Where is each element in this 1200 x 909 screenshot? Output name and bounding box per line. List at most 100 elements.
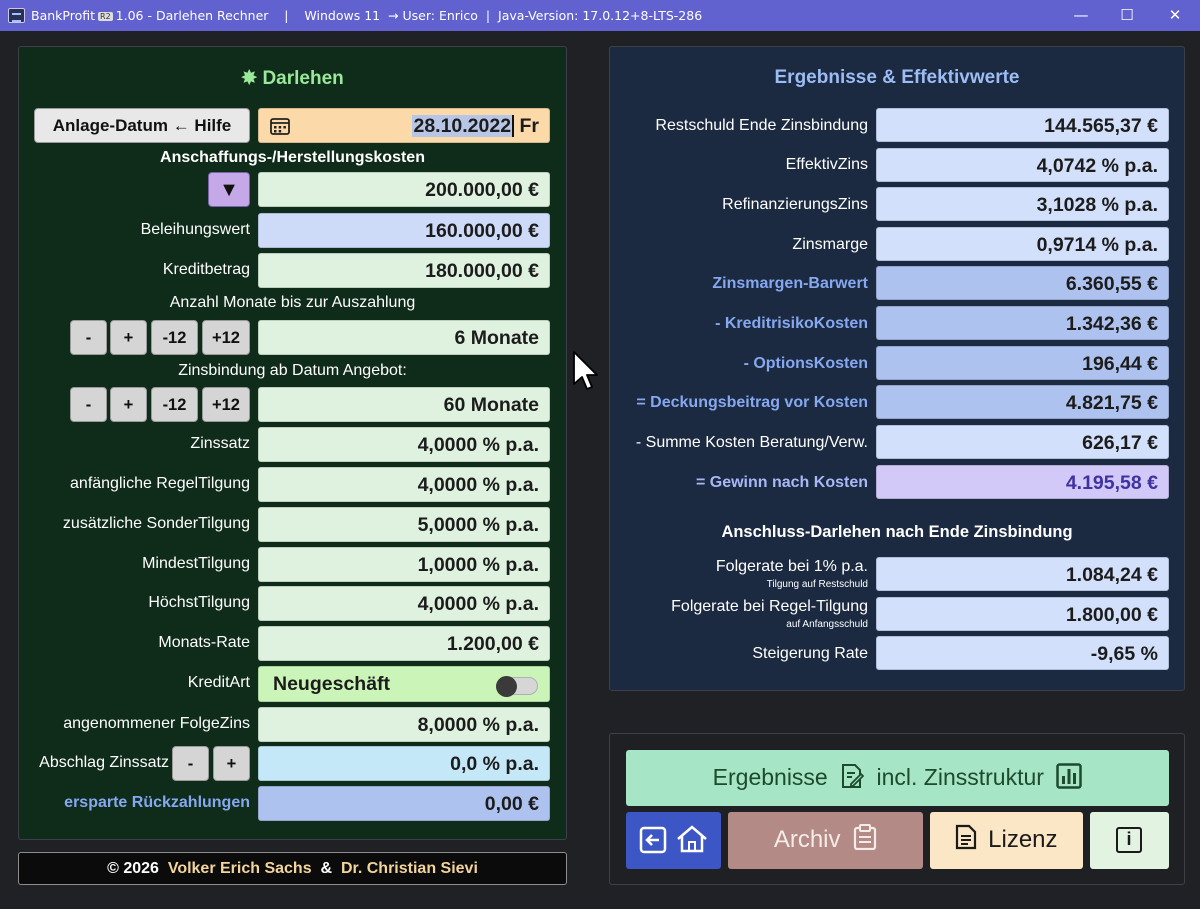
monate-minus-button[interactable]: -: [70, 320, 107, 355]
monatsrate-input[interactable]: 1.200,00 €: [258, 626, 550, 661]
ergebnisse-button[interactable]: Ergebnisse incl. Zinsstruktur: [626, 750, 1169, 806]
zinsbindung-input[interactable]: 60 Monate: [258, 387, 550, 422]
steigerung-value: -9,65 %: [876, 636, 1169, 670]
kreditbetrag-label: Kreditbetrag: [162, 261, 250, 278]
mouse-cursor-icon: [573, 351, 598, 390]
author-sachs: Volker Erich Sachs: [167, 860, 312, 877]
date-weekday: Fr: [519, 115, 540, 137]
clipboard-icon: [854, 824, 877, 851]
beleihungswert-label: Beleihungswert: [140, 221, 250, 238]
app-icon: [8, 8, 25, 23]
lizenz-button[interactable]: Lizenz: [930, 812, 1083, 869]
deckungsbeitrag-label: = Deckungsbeitrag vor Kosten: [636, 394, 868, 411]
zinsbindung-minus-button[interactable]: -: [70, 387, 107, 422]
refinanzierungszins-label: RefinanzierungsZins: [722, 196, 868, 213]
license-document-icon: [956, 824, 977, 850]
anlage-datum-button[interactable]: Anlage-Datum ← Hilfe: [34, 108, 250, 143]
ersparte-label: ersparte Rückzahlungen: [64, 794, 250, 811]
refinanzierungszins-value: 3,1028 % p.a.: [876, 187, 1169, 221]
kreditrisiko-value: 1.342,36 €: [876, 306, 1169, 340]
minimize-icon: —: [1073, 6, 1089, 24]
date-field[interactable]: 28.10.2022 Fr: [258, 108, 550, 143]
abschlag-label: Abschlag Zinssatz: [39, 754, 169, 771]
monatsrate-label: Monats-Rate: [158, 634, 250, 651]
edit-document-icon: [842, 764, 865, 788]
beleihungswert-value: 160.000,00 €: [258, 213, 550, 248]
zinssatz-input[interactable]: 4,0000 % p.a.: [258, 427, 550, 462]
anschaffung-header: Anschaffungs-/Herstellungskosten: [160, 149, 425, 166]
window-title: BankProfit R2 1.06 - Darlehen Rechner | Wi…: [31, 8, 702, 23]
star-icon: ✸: [241, 68, 258, 89]
darlehen-panel: ✸ Darlehen Anlage-Datum ← Hilfe 28.10.20…: [18, 46, 567, 840]
monate-minus12-button[interactable]: -12: [151, 320, 198, 355]
ersparte-value: 0,00 €: [258, 786, 550, 821]
darlehen-title-text: Darlehen: [262, 68, 344, 89]
exit-home-button[interactable]: [626, 812, 721, 869]
hoechsttilgung-input[interactable]: 4,0000 % p.a.: [258, 586, 550, 621]
gewinn-label: = Gewinn nach Kosten: [695, 474, 868, 491]
kreditrisiko-label: - KreditrisikoKosten: [715, 315, 868, 332]
folgerate2-value: 1.800,00 €: [876, 597, 1169, 631]
kreditbetrag-input[interactable]: 180.000,00 €: [258, 253, 550, 288]
zinsstruktur-label: incl. Zinsstruktur: [876, 764, 1044, 790]
abschlag-plus-button[interactable]: +: [213, 746, 250, 781]
folgezins-input[interactable]: 8,0000 % p.a.: [258, 707, 550, 742]
folgezins-label: angenommener FolgeZins: [63, 715, 250, 732]
mindesttilgung-input[interactable]: 1,0000 % p.a.: [258, 547, 550, 582]
regeltilgung-input[interactable]: 4,0000 % p.a.: [258, 467, 550, 502]
kreditart-label: KreditArt: [187, 674, 250, 691]
zinsmarge-label: Zinsmarge: [792, 236, 868, 253]
close-icon: ✕: [1168, 6, 1182, 24]
sondertilgung-input[interactable]: 5,0000 % p.a.: [258, 507, 550, 542]
monate-plus-button[interactable]: +: [110, 320, 147, 355]
abschlag-minus-button[interactable]: -: [172, 746, 209, 781]
app-name: BankProfit: [31, 8, 96, 23]
effektivzins-label: EffektivZins: [785, 156, 868, 173]
zinsbindung-header: Zinsbindung ab Datum Angebot:: [178, 362, 407, 379]
monate-plus12-button[interactable]: +12: [202, 320, 250, 355]
author-sievi: Dr. Christian Sievi: [340, 860, 478, 877]
kreditart-toggle-field[interactable]: Neugeschäft: [258, 666, 550, 702]
zinssatz-label: Zinssatz: [190, 435, 250, 452]
ergebnisse-panel: Ergebnisse & Effektivwerte Restschuld En…: [609, 46, 1185, 691]
home-icon: [677, 825, 707, 853]
ergebnisse-title: Ergebnisse & Effektivwerte: [774, 67, 1020, 88]
zinsbindung-minus12-button[interactable]: -12: [151, 387, 198, 422]
anschaffung-dropdown-button[interactable]: ▼: [208, 172, 250, 207]
restschuld-label: Restschuld Ende Zinsbindung: [655, 117, 868, 134]
zinsmargen-barwert-value: 6.360,55 €: [876, 266, 1169, 300]
zinsbindung-plus12-button[interactable]: +12: [202, 387, 250, 422]
optionskosten-value: 196,44 €: [876, 346, 1169, 380]
minimize-button[interactable]: —: [1058, 0, 1104, 31]
anschluss-title: Anschluss-Darlehen nach Ende Zinsbindung: [721, 523, 1073, 541]
kreditart-switch[interactable]: [496, 676, 538, 697]
folgerate1-sublabel: Tilgung auf Restschuld: [766, 579, 868, 590]
folgerate2-sublabel: auf Anfangsschuld: [786, 619, 868, 630]
summe-kosten-value: 626,17 €: [876, 425, 1169, 459]
chevron-down-icon: ▼: [219, 179, 239, 201]
close-button[interactable]: ✕: [1152, 0, 1198, 31]
restschuld-value: 144.565,37 €: [876, 108, 1169, 142]
date-value: 28.10.2022: [412, 115, 515, 137]
zinsbindung-plus-button[interactable]: +: [110, 387, 147, 422]
maximize-button[interactable]: ☐: [1104, 0, 1150, 31]
abschlag-value: 0,0 % p.a.: [258, 746, 550, 781]
version-badge: R2: [98, 12, 113, 21]
ergebnisse-label: Ergebnisse: [712, 764, 828, 790]
calendar-icon[interactable]: [270, 117, 290, 135]
maximize-icon: ☐: [1120, 6, 1134, 24]
monate-header: Anzahl Monate bis zur Auszahlung: [169, 294, 416, 311]
action-panel: Ergebnisse incl. Zinsstruktur Archiv Liz…: [609, 733, 1185, 885]
gewinn-value: 4.195,58 €: [876, 465, 1169, 499]
info-button[interactable]: i: [1090, 812, 1169, 869]
archiv-label: Archiv: [773, 826, 841, 853]
anschaffung-input[interactable]: 200.000,00 €: [258, 172, 550, 207]
monate-input[interactable]: 6 Monate: [258, 320, 550, 355]
window-title-text: 1.06 - Darlehen Rechner | Windows 11 → U…: [115, 8, 703, 23]
archiv-button[interactable]: Archiv: [728, 812, 923, 869]
effektivzins-value: 4,0742 % p.a.: [876, 148, 1169, 182]
title-bar: BankProfit R2 1.06 - Darlehen Rechner | Wi…: [0, 0, 1200, 31]
mindesttilgung-label: MindestTilgung: [142, 555, 250, 572]
lizenz-label: Lizenz: [988, 826, 1058, 853]
switch-knob: [496, 676, 517, 697]
